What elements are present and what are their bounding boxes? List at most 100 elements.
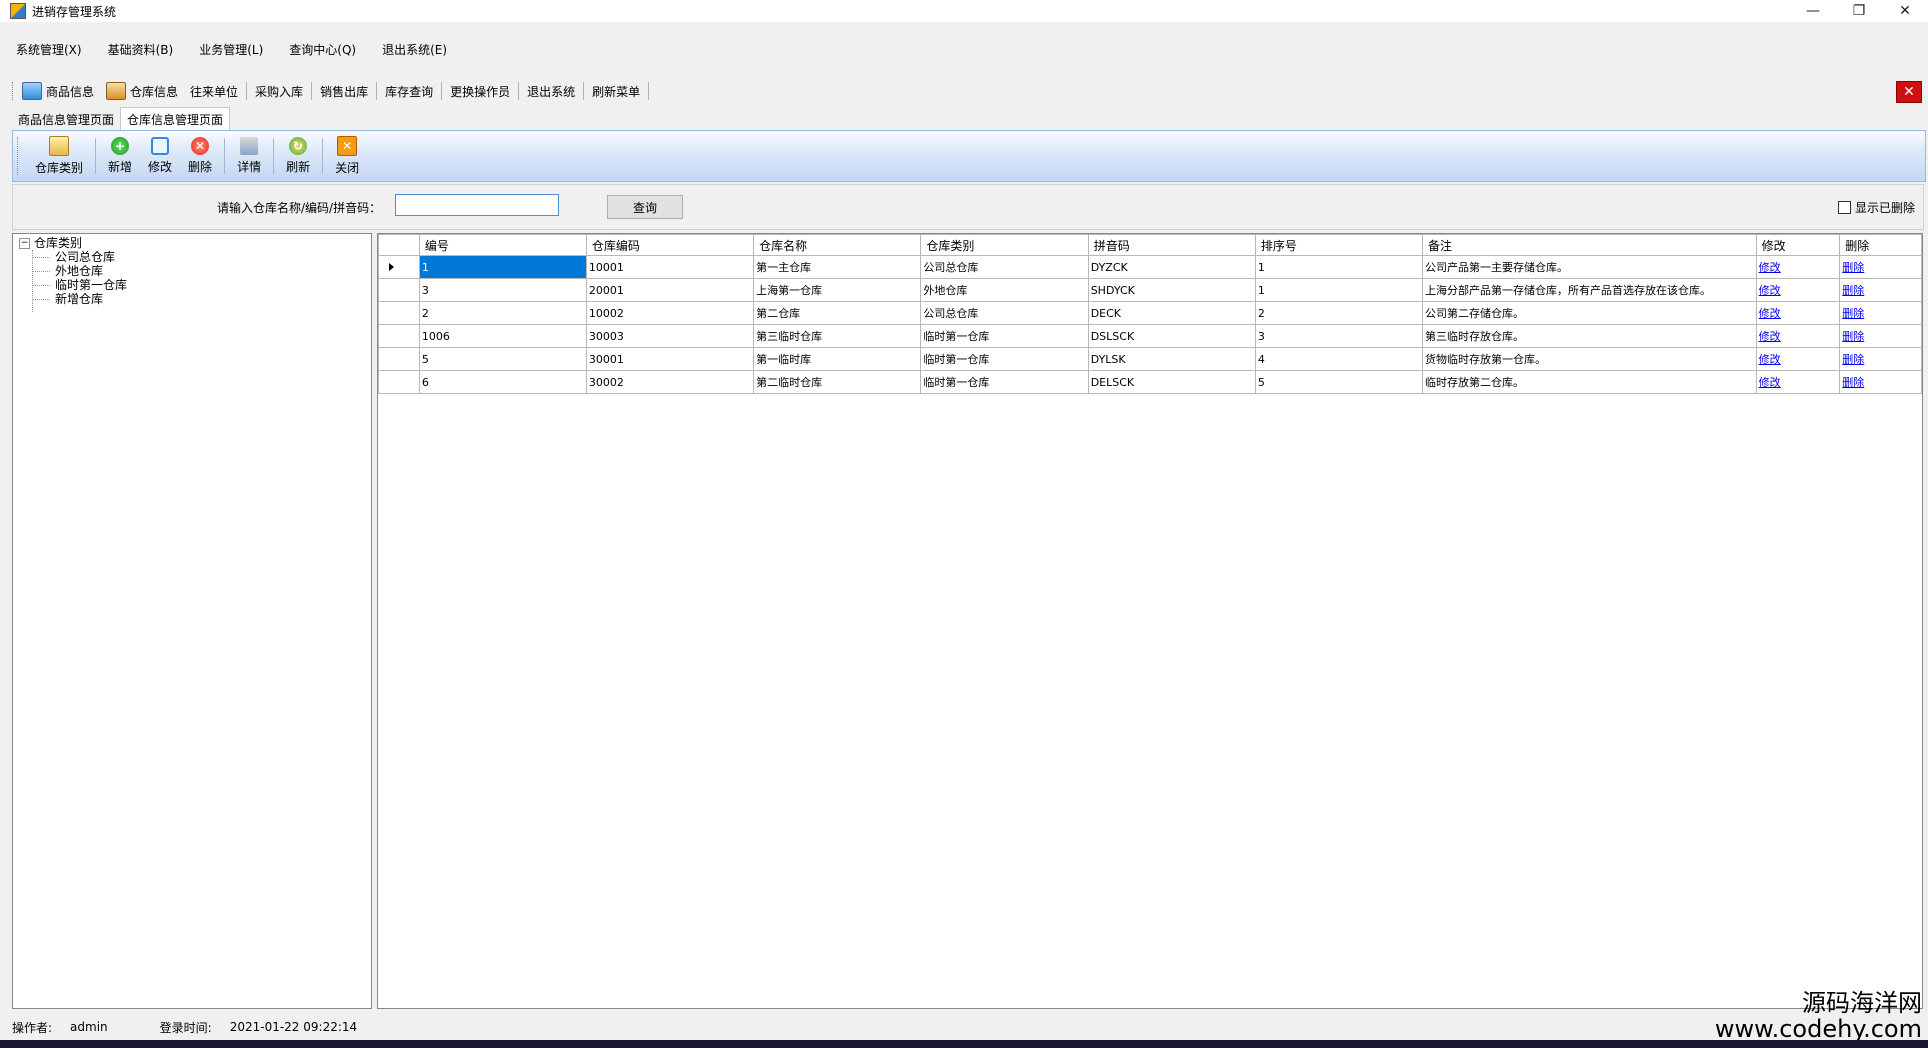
row-delete-link[interactable]: 删除 xyxy=(1842,376,1864,389)
column-header-delete[interactable]: 删除 xyxy=(1839,234,1922,256)
row-selector[interactable] xyxy=(378,347,420,371)
menu-system[interactable]: 系统管理(X) xyxy=(6,41,92,58)
column-header-edit[interactable]: 修改 xyxy=(1755,234,1841,256)
cell-name[interactable]: 第一主仓库 xyxy=(753,255,922,279)
cell-sort[interactable]: 1 xyxy=(1254,255,1423,279)
column-header-id[interactable]: 编号 xyxy=(418,234,587,256)
menu-business[interactable]: 业务管理(L) xyxy=(189,41,273,58)
table-row[interactable]: 1006 30003 第三临时仓库 临时第一仓库 DSLSCK 3 第三临时存放… xyxy=(378,324,1922,348)
cell-code[interactable]: 30001 xyxy=(585,347,755,371)
row-edit-link[interactable]: 修改 xyxy=(1759,307,1781,320)
tab-warehouse-management[interactable]: 仓库信息管理页面 xyxy=(120,107,231,130)
toolbar-partners[interactable]: 往来单位 xyxy=(184,80,244,102)
cell-category[interactable]: 外地仓库 xyxy=(920,278,1089,302)
column-header-category[interactable]: 仓库类别 xyxy=(920,234,1089,256)
cell-code[interactable]: 10001 xyxy=(585,255,755,279)
cell-code[interactable]: 30002 xyxy=(585,370,755,394)
collapse-icon[interactable]: − xyxy=(19,238,30,249)
cell-pinyin[interactable]: DECK xyxy=(1087,301,1256,325)
column-header-sort[interactable]: 排序号 xyxy=(1254,234,1423,256)
cell-remark[interactable]: 第三临时存放仓库。 xyxy=(1421,324,1757,348)
row-delete-link[interactable]: 删除 xyxy=(1842,353,1864,366)
search-input[interactable] xyxy=(395,194,559,216)
cell-id[interactable]: 5 xyxy=(418,347,587,371)
cell-code[interactable]: 30003 xyxy=(585,324,755,348)
cell-category[interactable]: 临时第一仓库 xyxy=(920,370,1089,394)
refresh-button[interactable]: ↻ 刷新 xyxy=(278,133,318,179)
cell-sort[interactable]: 5 xyxy=(1254,370,1423,394)
cell-pinyin[interactable]: DELSCK xyxy=(1087,370,1256,394)
toolbar-exit-system[interactable]: 退出系统 xyxy=(521,80,581,102)
column-header-name[interactable]: 仓库名称 xyxy=(753,234,922,256)
query-button[interactable]: 查询 xyxy=(607,195,683,219)
toolbar-refresh-menu[interactable]: 刷新菜单 xyxy=(586,80,646,102)
row-edit-link[interactable]: 修改 xyxy=(1759,330,1781,343)
show-deleted-checkbox[interactable] xyxy=(1837,201,1851,214)
close-page-button[interactable]: ✕ xyxy=(1896,81,1922,103)
cell-id[interactable]: 1006 xyxy=(418,324,587,348)
ribbon-grip[interactable] xyxy=(17,137,21,175)
cell-remark[interactable]: 货物临时存放第一仓库。 xyxy=(1421,347,1757,371)
row-edit-link[interactable]: 修改 xyxy=(1759,353,1781,366)
column-header-remark[interactable]: 备注 xyxy=(1421,234,1757,256)
toolbar-sales-out[interactable]: 销售出库 xyxy=(314,80,374,102)
table-row[interactable]: 1 10001 第一主仓库 公司总仓库 DYZCK 1 公司产品第一主要存储仓库… xyxy=(378,255,1922,279)
cell-remark[interactable]: 公司第二存储仓库。 xyxy=(1421,301,1757,325)
row-selector[interactable] xyxy=(378,370,420,394)
tree-node-remote-warehouse[interactable]: 外地仓库 xyxy=(19,264,365,278)
tree-root-node[interactable]: − 仓库类别 xyxy=(19,236,365,250)
toolbar-switch-operator[interactable]: 更换操作员 xyxy=(444,80,516,102)
minimize-button[interactable]: — xyxy=(1790,0,1836,22)
table-row[interactable]: 3 20001 上海第一仓库 外地仓库 SHDYCK 1 上海分部产品第一存储仓… xyxy=(378,278,1922,302)
cell-remark[interactable]: 临时存放第二仓库。 xyxy=(1421,370,1757,394)
toolbar-stock-query[interactable]: 库存查询 xyxy=(379,80,439,102)
cell-id[interactable]: 2 xyxy=(418,301,587,325)
row-delete-link[interactable]: 删除 xyxy=(1842,261,1864,274)
tree-node-company-warehouse[interactable]: 公司总仓库 xyxy=(19,250,365,264)
close-button[interactable]: ✕ 关闭 xyxy=(327,133,367,179)
show-deleted-toggle[interactable]: 显示已删除 xyxy=(1837,199,1915,216)
cell-sort[interactable]: 2 xyxy=(1254,301,1423,325)
cell-name[interactable]: 第二仓库 xyxy=(753,301,922,325)
cell-name[interactable]: 第一临时库 xyxy=(753,347,922,371)
row-selector[interactable] xyxy=(378,324,420,348)
cell-remark[interactable]: 公司产品第一主要存储仓库。 xyxy=(1421,255,1757,279)
row-edit-link[interactable]: 修改 xyxy=(1759,284,1781,297)
cell-category[interactable]: 公司总仓库 xyxy=(920,301,1089,325)
row-selector[interactable] xyxy=(378,301,420,325)
cell-category[interactable]: 临时第一仓库 xyxy=(920,347,1089,371)
row-edit-link[interactable]: 修改 xyxy=(1759,261,1781,274)
cell-pinyin[interactable]: DYLSK xyxy=(1087,347,1256,371)
menu-basic-data[interactable]: 基础资料(B) xyxy=(98,41,184,58)
row-selector[interactable] xyxy=(378,278,420,302)
cell-name[interactable]: 上海第一仓库 xyxy=(753,278,922,302)
table-row[interactable]: 6 30002 第二临时仓库 临时第一仓库 DELSCK 5 临时存放第二仓库。… xyxy=(378,370,1922,394)
menu-exit[interactable]: 退出系统(E) xyxy=(372,41,457,58)
menu-query-center[interactable]: 查询中心(Q) xyxy=(279,41,366,58)
cell-code[interactable]: 10002 xyxy=(585,301,755,325)
delete-button[interactable]: ✕ 删除 xyxy=(180,133,220,179)
restore-button[interactable]: ❐ xyxy=(1836,0,1882,22)
table-row[interactable]: 5 30001 第一临时库 临时第一仓库 DYLSK 4 货物临时存放第一仓库。… xyxy=(378,347,1922,371)
column-header-pinyin[interactable]: 拼音码 xyxy=(1087,234,1256,256)
cell-remark[interactable]: 上海分部产品第一存储仓库，所有产品首选存放在该仓库。 xyxy=(1421,278,1757,302)
cell-code[interactable]: 20001 xyxy=(585,278,755,302)
row-delete-link[interactable]: 删除 xyxy=(1842,330,1864,343)
row-delete-link[interactable]: 删除 xyxy=(1842,284,1864,297)
cell-id[interactable]: 6 xyxy=(418,370,587,394)
add-button[interactable]: + 新增 xyxy=(100,133,140,179)
toolbar-purchase-in[interactable]: 采购入库 xyxy=(249,80,309,102)
tree-node-temp-warehouse[interactable]: 临时第一仓库 xyxy=(19,278,365,292)
table-row[interactable]: 2 10002 第二仓库 公司总仓库 DECK 2 公司第二存储仓库。 修改 删… xyxy=(378,301,1922,325)
cell-category[interactable]: 临时第一仓库 xyxy=(920,324,1089,348)
column-header-code[interactable]: 仓库编码 xyxy=(585,234,755,256)
edit-button[interactable]: 修改 xyxy=(140,133,180,179)
tab-goods-management[interactable]: 商品信息管理页面 xyxy=(12,108,120,130)
warehouse-category-button[interactable]: 仓库类别 xyxy=(27,133,91,179)
toolbar-warehouse-info[interactable]: 仓库信息 xyxy=(100,80,184,102)
row-delete-link[interactable]: 删除 xyxy=(1842,307,1864,320)
cell-sort[interactable]: 1 xyxy=(1254,278,1423,302)
toolbar-goods-info[interactable]: 商品信息 xyxy=(16,80,100,102)
cell-id[interactable]: 1 xyxy=(418,255,587,279)
detail-button[interactable]: 详情 xyxy=(229,133,269,179)
